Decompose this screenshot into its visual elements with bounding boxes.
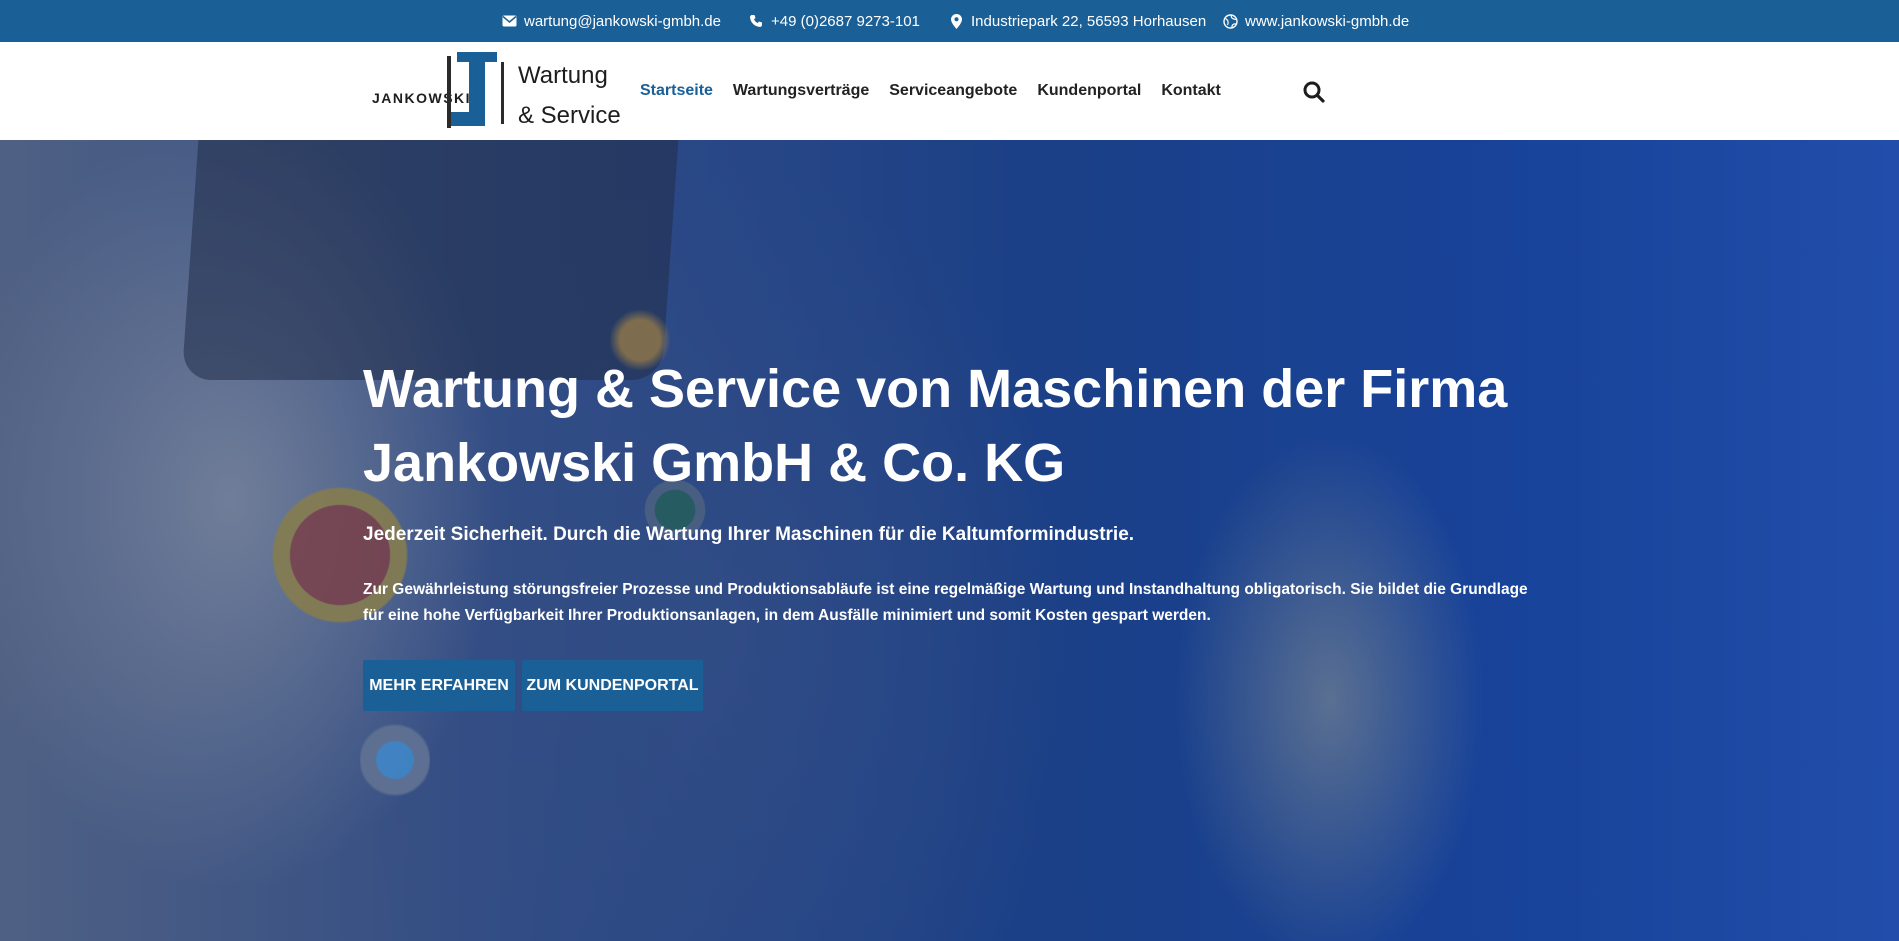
phone-icon (748, 13, 764, 29)
topbar-address[interactable]: Industriepark 22, 56593 Horhausen (948, 0, 1206, 42)
hero-section: Wartung & Service von Maschinen der Firm… (0, 140, 1899, 941)
topbar-phone-text: +49 (0)2687 9273-101 (771, 12, 920, 30)
nav-item-serviceangebote[interactable]: Serviceangebote (889, 82, 1017, 100)
nav-item-wartungsvertraege[interactable]: Wartungsverträge (733, 82, 869, 100)
topbar-email[interactable]: wartung@jankowski-gmbh.de (501, 0, 721, 42)
logo-line-1: Wartung (518, 62, 608, 89)
nav-item-kontakt[interactable]: Kontakt (1161, 82, 1221, 100)
company-logo[interactable]: JANKOWSKI Wartung & Service (363, 50, 621, 136)
logo-mark-icon (447, 52, 504, 128)
top-contact-bar: wartung@jankowski-gmbh.de +49 (0)2687 92… (0, 0, 1899, 42)
main-navigation: Startseite Wartungsverträge Serviceangeb… (640, 42, 1241, 140)
topbar-website-text: www.jankowski-gmbh.de (1245, 12, 1410, 30)
envelope-icon (501, 13, 517, 29)
nav-item-kundenportal[interactable]: Kundenportal (1037, 82, 1141, 100)
topbar-website[interactable]: www.jankowski-gmbh.de (1222, 0, 1409, 42)
map-pin-icon (948, 13, 964, 29)
customer-portal-button[interactable]: ZUM KUNDENPORTAL (522, 660, 703, 711)
topbar-phone[interactable]: +49 (0)2687 9273-101 (748, 0, 920, 42)
site-header: JANKOWSKI Wartung & Service Startseite W… (0, 42, 1899, 140)
search-icon (1303, 81, 1325, 103)
more-info-button[interactable]: MEHR ERFAHREN (363, 660, 515, 711)
nav-item-startseite[interactable]: Startseite (640, 82, 713, 100)
logo-tagline: Wartung & Service (518, 56, 621, 136)
logo-line-2: & Service (518, 102, 621, 129)
hero-subtitle: Jederzeit Sicherheit. Durch die Wartung … (363, 524, 1135, 545)
topbar-address-text: Industriepark 22, 56593 Horhausen (971, 12, 1207, 30)
search-button[interactable] (1302, 80, 1326, 104)
topbar-email-text: wartung@jankowski-gmbh.de (524, 12, 721, 30)
globe-icon (1222, 13, 1238, 29)
hero-title: Wartung & Service von Maschinen der Firm… (363, 359, 1508, 493)
hero-description: Zur Gewährleistung störungsfreier Prozes… (363, 581, 1528, 624)
